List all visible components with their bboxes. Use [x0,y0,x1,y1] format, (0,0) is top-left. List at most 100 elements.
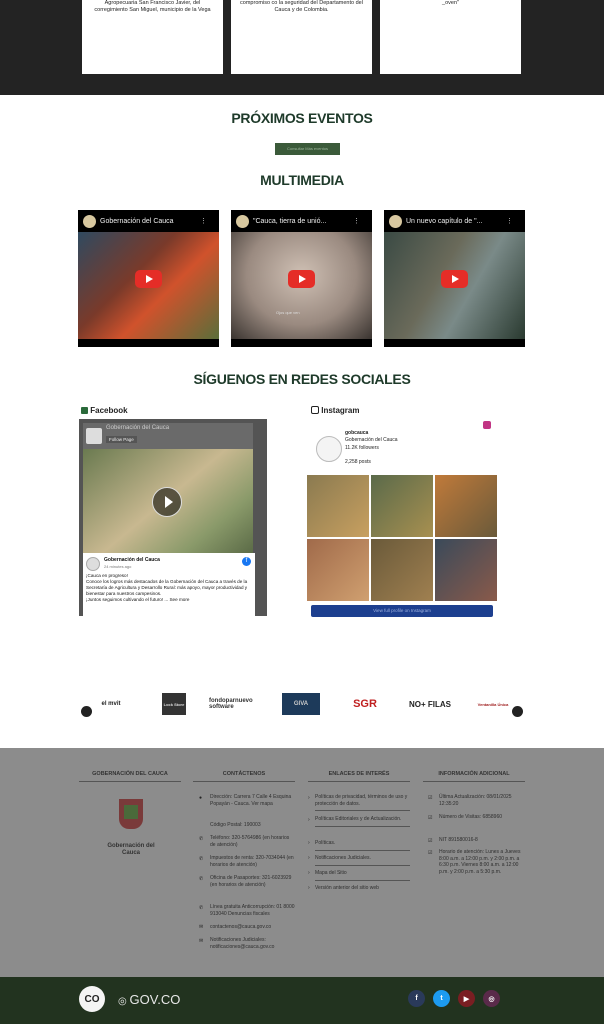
contact-phone: Teléfono: 320-5764986 (en horarios de at… [210,835,290,848]
facebook-icon [81,407,88,414]
more-options-icon[interactable]: ⋮ [506,217,513,225]
news-card-text: compromiso co la seguridad del Departame… [240,0,363,13]
video-player[interactable]: Un nuevo capítulo de "... ⋮ [384,210,525,347]
chevron-right-icon: › [308,840,310,846]
instagram-post[interactable] [371,475,433,537]
play-button-icon[interactable] [135,270,162,288]
channel-avatar [236,215,249,228]
chevron-right-icon: › [308,885,310,891]
contact-notifications[interactable]: Notificaciones Judiciales: notificacione… [210,937,296,950]
facebook-social-icon[interactable]: f [408,990,425,1007]
instagram-logo-icon [483,421,491,429]
channel-avatar [389,215,402,228]
facebook-label: Facebook [81,406,128,415]
instagram-post[interactable] [307,475,369,537]
partner-logo[interactable]: el mvit [96,693,126,715]
play-icon[interactable] [152,487,182,517]
post-line[interactable]: ¡Juntos seguimos cultivando el futuro! .… [86,597,250,603]
carousel-next-icon[interactable] [512,706,523,717]
info-visits: Número de Visitas: 6858960 [439,814,503,820]
footer-link[interactable]: Políticas Editoriales y de Actualización… [315,816,410,827]
footer-col-title: INFORMACIÓN ADICIONAL [423,771,525,782]
post-line: Conoce los logros más destacados de la G… [86,579,248,596]
facebook-header: Gobernación del Cauca Follow Page [83,423,253,449]
contact-hotline: Línea gratuita Anticorrupción: 01 8000 9… [210,904,295,917]
chevron-right-icon: › [308,855,310,861]
contact-postal: Código Postal: 190003 [210,822,261,828]
video-title: Gobernación del Cauca [100,218,174,225]
footer-link[interactable]: Versión anterior del sitio web [315,885,410,892]
contact-phone: Impuestos de renta: 320-7034044 (en hora… [210,855,294,868]
footer-col-title: GOBERNACIÓN DEL CAUCA [79,771,181,782]
news-band: Agropecuaria San Francisco Javier, del c… [0,0,604,95]
location-icon: ● [199,795,203,801]
check-icon: ☑ [428,815,433,821]
instagram-social-icon[interactable]: ◎ [483,990,500,1007]
post-author: Gobernación del Cauca [104,557,160,563]
news-card[interactable]: _oven" [380,0,521,74]
instagram-embed[interactable]: gobcauca Gobernación del Cauca 11.2K fol… [307,419,497,619]
gobernacion-logo [111,797,151,841]
more-options-icon[interactable]: ⋮ [200,217,207,225]
play-button-icon[interactable] [288,270,315,288]
video-title: Un nuevo capítulo de "... [406,218,483,225]
twitter-social-icon[interactable]: t [433,990,450,1007]
social-title: SÍGUENOS EN REDES SOCIALES [193,371,411,387]
instagram-post[interactable] [307,539,369,601]
footer-link[interactable]: Políticas de privacidad, términos de uso… [315,794,410,811]
info-nit: NIT 891580016-8 [439,837,478,843]
phone-icon: ✆ [199,856,204,862]
instagram-followers: 11.2K followers [345,445,379,451]
mail-icon: ✉ [199,924,204,930]
instagram-post[interactable] [435,475,497,537]
instagram-avatar [316,436,342,462]
follow-page-button[interactable]: Follow Page [106,436,137,443]
partner-logo[interactable]: fondoparnuevo software [209,693,266,715]
carousel-prev-icon[interactable] [81,706,92,717]
partner-logo[interactable]: Ventanilla Única [474,693,512,715]
partner-logo[interactable]: Lock Store [162,693,186,715]
contact-email[interactable]: contactenos@cauca.gov.co [210,924,296,931]
footer-link[interactable]: Políticas. [315,840,410,851]
view-profile-button[interactable]: View full profile on Instagram [311,605,493,617]
news-card-text: Agropecuaria San Francisco Javier, del c… [94,0,211,13]
youtube-social-icon[interactable]: ▶ [458,990,475,1007]
post-text: ¡Cauca en progreso! Conoce los logros má… [86,573,250,603]
info-hours: Horario de atención: Lunes a Jueves 8:00… [439,849,521,875]
footer-link[interactable]: Notificaciones Judiciales. [315,855,410,866]
instagram-label: Instagram [311,406,359,415]
footer-col-title: ENLACES DE INTERÉS [308,771,410,782]
phone-icon: ✆ [199,905,204,911]
multimedia-title: MULTIMEDIA [260,172,344,188]
check-icon: ☑ [428,795,433,801]
govco-link[interactable]: ◎ GOV.CO [118,992,180,1007]
facebook-label-text: Facebook [90,406,128,415]
govco-icon: ◎ [118,996,130,1007]
footer-link[interactable]: Mapa del Sitio [315,870,410,881]
events-title: PRÓXIMOS EVENTOS [231,110,373,126]
video-player[interactable]: Gobernación del Cauca ⋮ [78,210,219,347]
instagram-handle[interactable]: gobcauca [345,430,368,436]
co-logo[interactable]: CO [79,986,105,1012]
more-events-button[interactable]: Consultar Más eventos [275,143,340,155]
instagram-post[interactable] [435,539,497,601]
news-card[interactable]: Agropecuaria San Francisco Javier, del c… [82,0,223,74]
video-player[interactable]: "Cauca, tierra de unió... ⋮ Ojos que ven [231,210,372,347]
channel-avatar [83,215,96,228]
partner-logo[interactable]: SGR [342,693,388,715]
post-time: 24 minutes ago [104,564,132,569]
check-icon: ☑ [428,838,433,844]
partner-logo[interactable]: GIVA [282,693,320,715]
facebook-embed[interactable]: Gobernación del Cauca Follow Page Gobern… [79,419,267,616]
co-logo-text: CO [84,993,100,1005]
partner-logo[interactable]: NO+ FILAS [402,693,458,715]
play-button-icon[interactable] [441,270,468,288]
instagram-post[interactable] [371,539,433,601]
instagram-icon [311,406,319,414]
news-card[interactable]: compromiso co la seguridad del Departame… [231,0,372,74]
chevron-right-icon: › [308,817,310,823]
video-title: "Cauca, tierra de unió... [253,218,327,225]
phone-icon: ✆ [199,876,204,882]
more-options-icon[interactable]: ⋮ [353,217,360,225]
contact-address: Dirección: Carrera 7 Calle 4 Esquina Pop… [210,794,292,807]
